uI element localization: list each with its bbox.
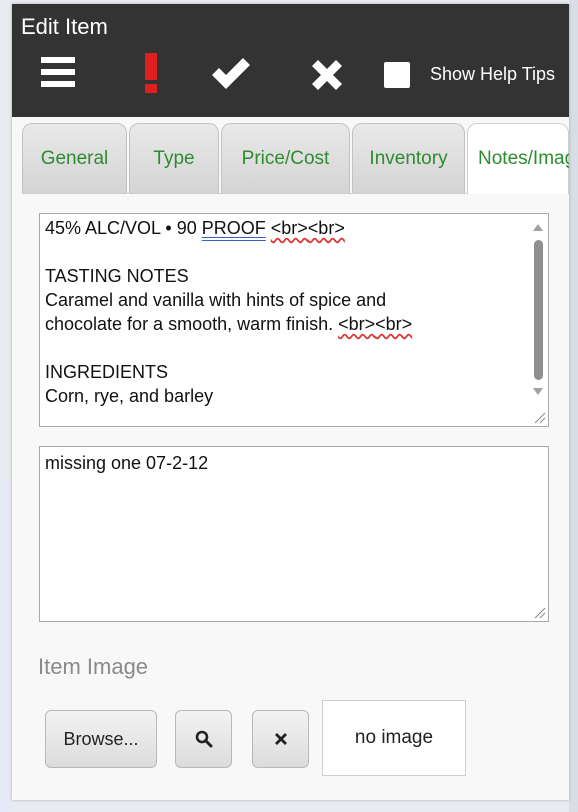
tab-type[interactable]: Type	[129, 123, 219, 193]
notes-textarea[interactable]: missing one 07-2-12	[39, 446, 549, 622]
help-tips-label: Show Help Tips	[430, 64, 556, 84]
magnifier-icon	[195, 730, 212, 748]
description-scrollbar[interactable]	[530, 218, 546, 400]
scroll-down-arrow-icon[interactable]	[533, 388, 543, 395]
resize-grip-icon[interactable]	[529, 407, 547, 425]
checkmark-icon[interactable]	[210, 58, 252, 90]
x-icon	[274, 733, 287, 745]
page-backdrop-right	[569, 0, 578, 812]
dialog-header: Edit Item Show Help Tips	[12, 4, 569, 117]
resize-grip-icon[interactable]	[529, 602, 547, 620]
hamburger-icon[interactable]	[41, 57, 75, 87]
description-textarea[interactable]: 45% ALC/VOL • 90 PROOF <br><br> TASTING …	[39, 213, 549, 427]
remove-image-button[interactable]	[252, 710, 309, 768]
scroll-thumb[interactable]	[534, 240, 543, 380]
notes-text: missing one 07-2-12	[45, 453, 209, 473]
search-image-button[interactable]	[175, 710, 232, 768]
item-image-label: Item Image	[38, 654, 149, 679]
tab-notes-images[interactable]: Notes/Images	[467, 123, 569, 194]
tab-general[interactable]: General	[22, 123, 127, 193]
browse-button[interactable]: Browse...	[45, 710, 157, 768]
x-icon[interactable]	[310, 59, 344, 91]
page-backdrop	[0, 480, 12, 812]
description-text: 45% ALC/VOL • 90 PROOF <br><br> TASTING …	[45, 218, 413, 406]
scroll-up-arrow-icon[interactable]	[533, 224, 543, 231]
tab-price-cost[interactable]: Price/Cost	[221, 123, 350, 193]
tab-inventory[interactable]: Inventory	[352, 123, 465, 193]
image-preview: no image	[322, 700, 466, 776]
dialog-content: General Type Price/Cost Inventory Notes/…	[12, 117, 569, 800]
help-tips-checkbox[interactable]	[384, 62, 410, 88]
edit-item-dialog: Edit Item Show Help Tips General Type Pr…	[12, 4, 569, 800]
dialog-title: Edit Item	[21, 14, 108, 39]
exclamation-icon[interactable]	[143, 53, 159, 95]
tab-bar: General Type Price/Cost Inventory Notes/…	[22, 123, 569, 194]
